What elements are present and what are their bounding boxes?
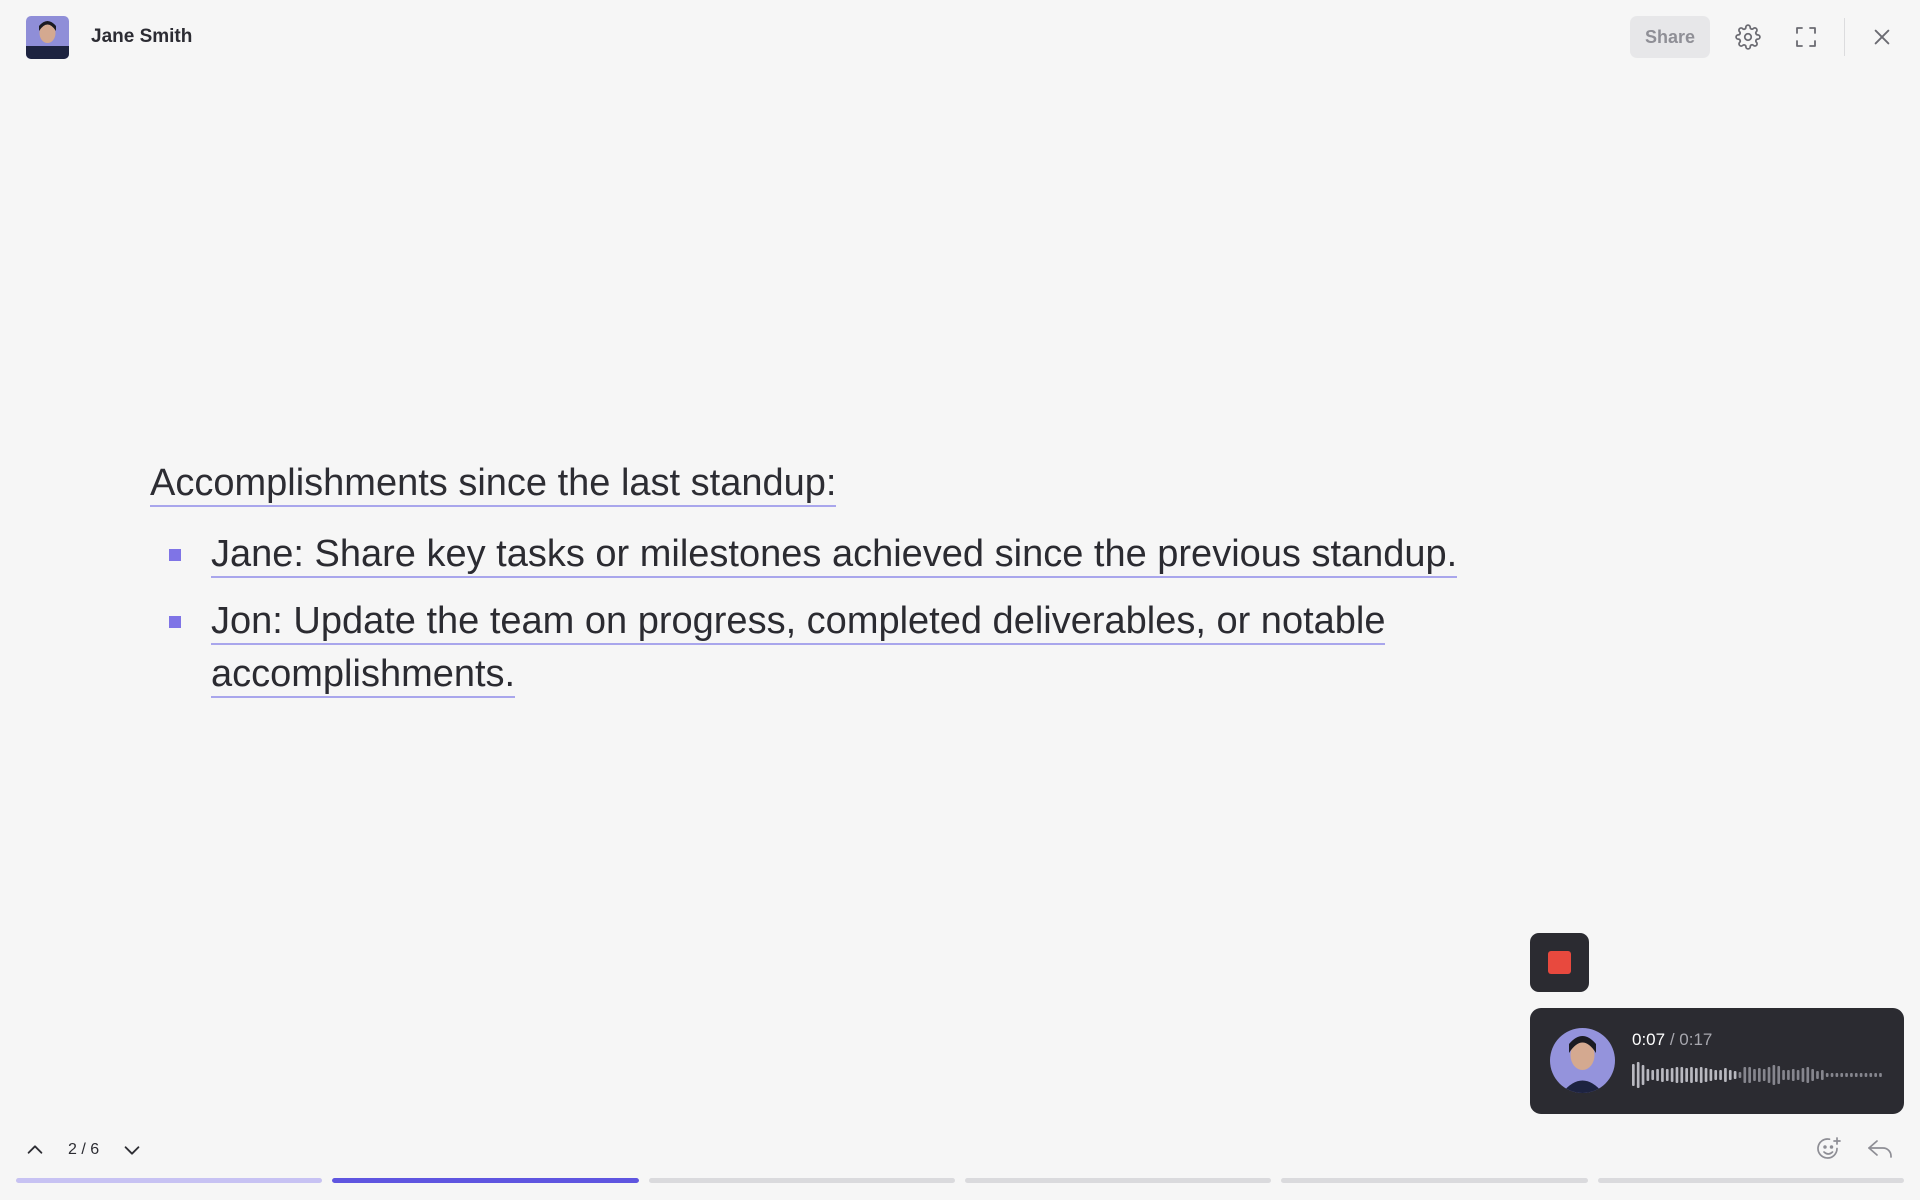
progress-segment[interactable] xyxy=(964,1178,1272,1183)
waveform-bar xyxy=(1806,1067,1810,1083)
waveform-bar xyxy=(1835,1073,1839,1077)
waveform-bar xyxy=(1661,1068,1664,1082)
waveform-bar xyxy=(1787,1070,1790,1080)
waveform-bar xyxy=(1801,1068,1805,1082)
waveform-bar xyxy=(1733,1071,1737,1079)
waveform-bar xyxy=(1825,1073,1829,1077)
progress-segment[interactable] xyxy=(648,1178,955,1183)
progress-segment-fill xyxy=(332,1178,639,1183)
waveform-bar xyxy=(1728,1070,1732,1080)
waveform-bar xyxy=(1850,1073,1853,1077)
bullet-marker xyxy=(169,549,181,561)
waveform-bar xyxy=(1641,1065,1645,1085)
waveform-bar xyxy=(1724,1068,1727,1082)
chevron-up-icon xyxy=(27,1145,43,1154)
waveform-bar xyxy=(1748,1067,1751,1083)
waveform-bar xyxy=(1816,1071,1819,1079)
audio-waveform[interactable] xyxy=(1632,1060,1884,1090)
top-bar: Jane Smith Share xyxy=(0,0,1920,74)
share-button[interactable]: Share xyxy=(1630,16,1710,58)
waveform-bar xyxy=(1719,1070,1722,1080)
time-separator: / xyxy=(1665,1030,1680,1049)
page-indicator: 2 / 6 xyxy=(68,1141,100,1158)
waveform-bar xyxy=(1695,1068,1698,1082)
waveform-bar xyxy=(1704,1068,1708,1082)
audio-player[interactable]: 0:07 / 0:17 xyxy=(1530,1008,1904,1114)
waveform-bar xyxy=(1879,1073,1882,1077)
waveform-bar xyxy=(1772,1065,1776,1085)
waveform-bar xyxy=(1680,1067,1684,1083)
user-avatar[interactable] xyxy=(26,16,69,59)
waveform-bar xyxy=(1743,1067,1747,1083)
waveform-bar xyxy=(1675,1067,1679,1083)
waveform-bar xyxy=(1830,1073,1834,1077)
waveform-bar xyxy=(1738,1072,1742,1078)
reply-icon xyxy=(1868,1140,1892,1158)
progress-segment[interactable] xyxy=(16,1178,323,1183)
waveform-bar xyxy=(1632,1064,1635,1086)
waveform-bar xyxy=(1859,1073,1863,1077)
bullet-item: Jane: Share key tasks or milestones achi… xyxy=(150,528,1491,581)
slide-heading: Accomplishments since the last standup: xyxy=(150,462,837,507)
waveform-bar xyxy=(1656,1069,1659,1081)
reply-button[interactable] xyxy=(1863,1133,1897,1165)
waveform-bar xyxy=(1845,1073,1848,1077)
previous-slide-button[interactable] xyxy=(20,1135,50,1165)
next-slide-button[interactable] xyxy=(117,1135,147,1165)
waveform-bar xyxy=(1753,1069,1756,1081)
slide-content: Accomplishments since the last standup: … xyxy=(150,452,1458,715)
waveform-bar xyxy=(1777,1066,1781,1084)
bullet-marker xyxy=(169,616,181,628)
waveform-bar xyxy=(1782,1070,1785,1080)
waveform-bar xyxy=(1646,1069,1650,1081)
waveform-bar xyxy=(1670,1068,1674,1082)
fullscreen-icon[interactable] xyxy=(1790,21,1822,53)
stop-recording-button[interactable] xyxy=(1530,933,1589,992)
waveform-bar xyxy=(1636,1062,1640,1088)
waveform-bar xyxy=(1651,1070,1655,1080)
waveform-bar xyxy=(1665,1069,1669,1081)
bullet-list: Jane: Share key tasks or milestones achi… xyxy=(150,528,1458,701)
progress-segment-fill xyxy=(16,1178,323,1183)
waveform-bar xyxy=(1685,1068,1688,1082)
bullet-item: Jon: Update the team on progress, comple… xyxy=(150,595,1491,701)
waveform-bar xyxy=(1767,1067,1771,1083)
waveform-bar xyxy=(1840,1073,1844,1077)
progress-segment[interactable] xyxy=(332,1178,639,1183)
playback-time: 0:07 / 0:17 xyxy=(1632,1030,1712,1050)
waveform-bar xyxy=(1854,1073,1858,1077)
waveform-bar xyxy=(1758,1068,1761,1082)
waveform-bar xyxy=(1714,1070,1718,1080)
close-icon[interactable] xyxy=(1866,21,1898,53)
waveform-bar xyxy=(1699,1067,1703,1083)
stop-icon xyxy=(1548,951,1571,974)
waveform-bar xyxy=(1791,1069,1795,1081)
header-divider xyxy=(1844,18,1845,56)
waveform-bar xyxy=(1869,1073,1873,1077)
waveform-bar xyxy=(1709,1069,1713,1081)
waveform-bar xyxy=(1811,1069,1814,1081)
total-time: 0:17 xyxy=(1679,1030,1713,1049)
emoji-add-icon xyxy=(1817,1137,1841,1159)
chevron-down-icon xyxy=(124,1146,140,1155)
progress-segment[interactable] xyxy=(1597,1178,1904,1183)
waveform-bar xyxy=(1762,1069,1766,1081)
speaker-avatar xyxy=(1550,1028,1615,1093)
add-reaction-button[interactable] xyxy=(1812,1133,1846,1165)
slide-progress-bar xyxy=(16,1178,1904,1183)
waveform-bar xyxy=(1864,1073,1868,1077)
slide-navigation: 2 / 6 xyxy=(20,1132,147,1168)
bullet-text: Jane: Share key tasks or milestones achi… xyxy=(211,533,1458,578)
waveform-bar xyxy=(1690,1067,1693,1083)
gear-icon[interactable] xyxy=(1732,21,1764,53)
waveform-bar xyxy=(1874,1073,1877,1077)
progress-segment[interactable] xyxy=(1281,1178,1588,1183)
user-name: Jane Smith xyxy=(91,26,193,47)
waveform-bar xyxy=(1821,1070,1824,1080)
current-time: 0:07 xyxy=(1632,1030,1666,1049)
waveform-bar xyxy=(1796,1070,1800,1080)
bullet-text: Jon: Update the team on progress, comple… xyxy=(211,600,1386,698)
